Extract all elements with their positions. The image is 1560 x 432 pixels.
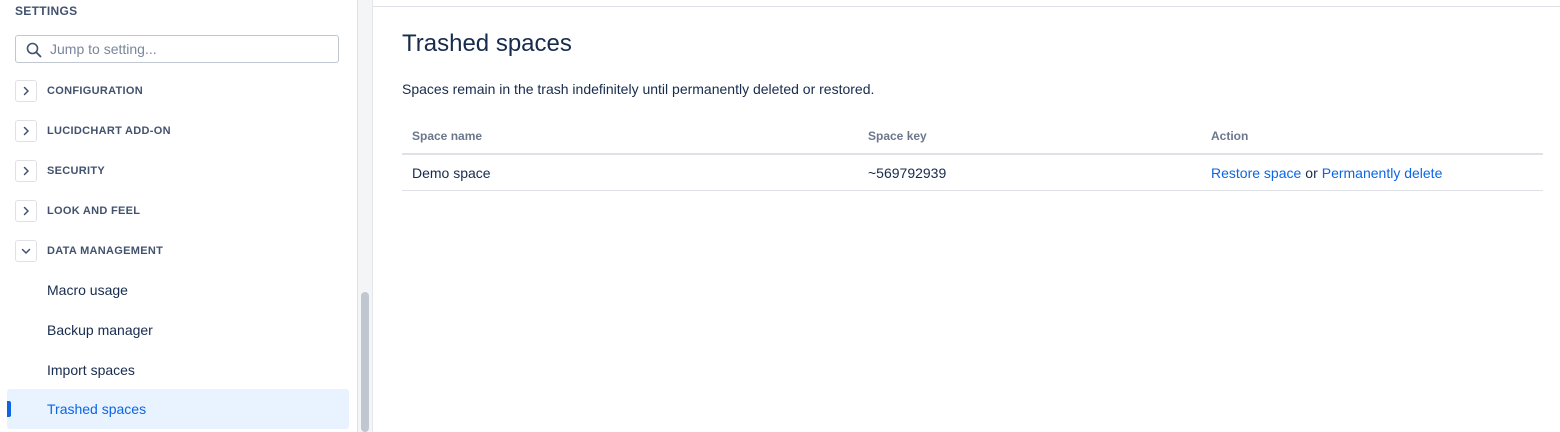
space-key-cell: ~569792939 (868, 165, 947, 181)
restore-space-link[interactable]: Restore space (1211, 165, 1301, 181)
sidebar-item-label: Macro usage (47, 282, 128, 298)
sidebar-section-look-and-feel[interactable]: LOOK AND FEEL (15, 199, 140, 223)
chevron-right-icon[interactable] (15, 160, 37, 182)
sidebar-section-label: LOOK AND FEEL (47, 205, 141, 217)
page-description: Spaces remain in the trash indefinitely … (402, 81, 875, 97)
divider (373, 6, 1560, 7)
chevron-right-icon[interactable] (15, 80, 37, 102)
sidebar-item-label: Import spaces (47, 362, 135, 378)
trashed-spaces-table: Space name Space key Action Demo space ~… (402, 120, 1543, 191)
page-title: Trashed spaces (402, 30, 572, 57)
column-header-space-key: Space key (868, 129, 927, 143)
sidebar-scrollbar[interactable] (358, 0, 373, 432)
sidebar-section-configuration[interactable]: CONFIGURATION (15, 79, 143, 103)
settings-search-box[interactable] (15, 35, 339, 63)
active-indicator (7, 401, 11, 417)
sidebar-section-label: LUCIDCHART ADD-ON (47, 125, 171, 137)
table-header: Space name Space key Action (402, 120, 1543, 155)
column-header-space-name: Space name (412, 129, 483, 143)
table-row: Demo space ~569792939 Restore space or Per… (402, 155, 1543, 191)
sidebar-section-lucidchart-add-on[interactable]: LUCIDCHART ADD-ON (15, 119, 171, 143)
search-icon (26, 42, 42, 58)
chevron-right-icon[interactable] (15, 120, 37, 142)
chevron-down-icon[interactable] (15, 240, 37, 262)
sidebar-item-backup-manager[interactable]: Backup manager (7, 310, 349, 350)
sidebar-item-label: Trashed spaces (47, 401, 147, 417)
app-window: SETTINGS CONFIGURATION LUCIDCHART ADD-ON (0, 0, 1560, 432)
scrollbar-thumb[interactable] (361, 292, 369, 432)
sidebar-section-label: CONFIGURATION (47, 85, 143, 97)
sidebar-section-label: SECURITY (47, 165, 106, 177)
action-cell: Restore space or Permanently delete (1211, 165, 1442, 181)
sidebar-heading: SETTINGS (15, 4, 78, 18)
permanently-delete-link[interactable]: Permanently delete (1322, 165, 1443, 181)
sidebar-section-security[interactable]: SECURITY (15, 159, 105, 183)
sidebar-section-label: DATA MANAGEMENT (47, 245, 164, 257)
sidebar-item-import-spaces[interactable]: Import spaces (7, 350, 349, 390)
settings-sidebar: SETTINGS CONFIGURATION LUCIDCHART ADD-ON (0, 0, 358, 432)
column-header-action: Action (1211, 129, 1249, 143)
action-separator: or (1305, 165, 1318, 181)
settings-search-input[interactable] (50, 39, 330, 59)
space-name-cell: Demo space (412, 165, 491, 181)
sidebar-section-data-management[interactable]: DATA MANAGEMENT (15, 239, 163, 263)
sidebar-item-macro-usage[interactable]: Macro usage (7, 270, 349, 310)
sidebar-item-label: Backup manager (47, 322, 153, 338)
chevron-right-icon[interactable] (15, 200, 37, 222)
sidebar-item-trashed-spaces[interactable]: Trashed spaces (7, 389, 349, 429)
